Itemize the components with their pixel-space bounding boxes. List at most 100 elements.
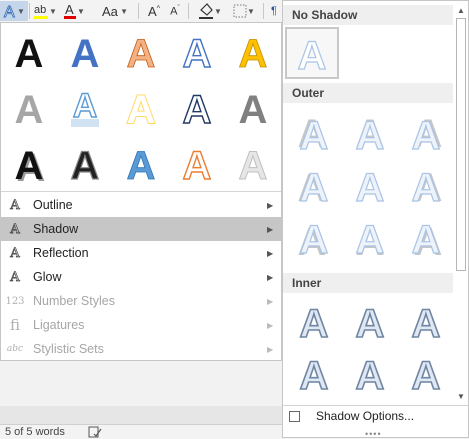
menu-item-stylistic-sets[interactable]: abc Stylistic Sets ▶ [1,337,281,361]
shadow-preset-inner[interactable]: A [287,347,341,399]
divider [29,3,30,19]
chevron-right-icon: ▶ [267,224,274,234]
svg-text:A: A [298,34,327,75]
divider [283,405,468,406]
menu-item-number-styles[interactable]: 123 Number Styles ▶ [1,289,281,313]
svg-text:A: A [356,114,385,155]
effect-style-navy-outline[interactable]: A [169,79,225,135]
shadow-preset-outer[interactable]: AA [287,159,341,211]
text-effects-menu: A A A A A A A AA A A AA A A A A A Outlin… [0,22,282,361]
highlight-button[interactable]: ab ▼ [32,1,58,21]
chevron-down-icon[interactable]: ▼ [454,389,468,403]
effect-style-black[interactable]: A [1,23,57,79]
menu-item-label: Glow [33,270,62,284]
shadow-preset-inner[interactable]: A [287,295,341,347]
menu-item-label: Number Styles [33,294,115,308]
shadow-preset-outer[interactable]: AA [399,107,453,159]
svg-text:A: A [15,32,44,73]
change-case-icon: Aa [101,3,118,19]
effect-style-blue-outline[interactable]: A [169,23,225,79]
ligatures-icon: fi [9,316,20,334]
svg-text:A: A [356,166,385,207]
svg-text:A: A [412,354,441,395]
svg-text:A: A [183,88,212,129]
svg-text:A: A [412,302,441,343]
effect-style-orange-hollow[interactable]: A [169,135,225,191]
effect-style-gold[interactable]: A [225,23,281,79]
proofing-icon[interactable] [88,426,102,438]
chevron-right-icon: ▶ [267,320,274,330]
shadow-preset-outer[interactable]: AA [343,107,397,159]
effect-style-dark-gray[interactable]: A [225,79,281,135]
effect-style-blue[interactable]: A [57,23,113,79]
section-header-inner: Inner [283,273,453,293]
chevron-up-icon[interactable]: ▲ [454,3,468,17]
divider [1,191,281,192]
shadow-options-icon [289,410,300,422]
svg-text:A: A [300,166,329,207]
number-styles-icon: 123 [5,295,25,307]
menu-item-label: Outline [33,198,73,212]
svg-text:A: A [239,144,268,185]
word-count[interactable]: 5 of 5 words [5,426,65,438]
chevron-down-icon: ▼ [77,6,85,16]
effect-style-yellow-glow[interactable]: AA [113,79,169,135]
chevron-right-icon: ▶ [267,272,274,282]
menu-item-glow[interactable]: A Glow ▶ [1,265,281,289]
svg-text:A: A [183,144,212,185]
shadow-preset-inner[interactable]: A [399,295,453,347]
reflection-icon: A [10,245,20,261]
svg-text:A: A [356,354,385,395]
shadow-preset-inner[interactable]: A [343,347,397,399]
effect-style-silver[interactable]: A [225,135,281,191]
borders-button[interactable]: ▼ [230,1,258,21]
svg-text:A: A [71,144,100,185]
svg-text:A: A [412,218,441,259]
shadow-preset-outer[interactable]: AA [343,211,397,263]
grow-font-icon: A^ [148,3,160,19]
shadow-preset-outer[interactable]: AA [343,159,397,211]
effect-style-orange-outline[interactable]: A [113,23,169,79]
svg-text:A: A [412,114,441,155]
shadow-preset-outer[interactable]: AA [287,211,341,263]
chevron-right-icon: ▶ [267,248,274,258]
toolbar-item[interactable]: ¶ [268,1,280,21]
scrollbar-thumb[interactable] [456,18,466,271]
shading-button[interactable]: ▼ [196,1,224,21]
svg-text:A: A [300,114,329,155]
menu-item-reflection[interactable]: A Reflection ▶ [1,241,281,265]
menu-item-ligatures[interactable]: fi Ligatures ▶ [1,313,281,337]
change-case-button[interactable]: Aa ▼ [100,1,130,21]
svg-text:A: A [300,302,329,343]
chevron-right-icon: ▶ [267,200,274,210]
chevron-down-icon: ▼ [49,6,57,16]
effect-style-black-shadow[interactable]: AA [1,135,57,191]
menu-item-outline[interactable]: A Outline ▶ [1,193,281,217]
shadow-preset-outer[interactable]: AA [399,159,453,211]
shadow-preset-outer[interactable]: AA [287,107,341,159]
effect-style-blue-reflection[interactable]: A [57,79,113,135]
effect-style-blue-bevel[interactable]: A [113,135,169,191]
shadow-options-button[interactable]: Shadow Options... [289,409,414,423]
menu-item-label: Stylistic Sets [33,342,104,356]
shadow-options-label: Shadow Options... [316,409,415,423]
font-color-button[interactable]: A ▼ [60,1,88,21]
shadow-preset-none[interactable]: A [285,27,339,79]
shrink-font-icon: Aˇ [170,4,180,18]
shadow-submenu: No Shadow A Outer Inner ▲ ▼ Shadow Optio… [282,0,469,439]
svg-text:A: A [127,144,156,185]
shadow-preset-inner[interactable]: A [343,295,397,347]
grow-font-button[interactable]: A^ [145,1,163,21]
effect-style-black-outline[interactable]: A [57,135,113,191]
shrink-font-button[interactable]: Aˇ [166,1,184,21]
menu-item-shadow[interactable]: A Shadow ▶ [1,217,281,241]
divider [188,3,189,19]
effect-style-gray[interactable]: A [1,79,57,135]
svg-text:A: A [300,354,329,395]
shadow-preset-inner[interactable]: A [399,347,453,399]
text-effects-button[interactable]: A ▼ [0,1,28,21]
shadow-preset-outer[interactable]: AA [399,211,453,263]
chevron-down-icon: ▼ [117,6,129,16]
svg-text:A: A [65,2,74,17]
scrollbar[interactable]: ▲ ▼ [454,3,468,405]
